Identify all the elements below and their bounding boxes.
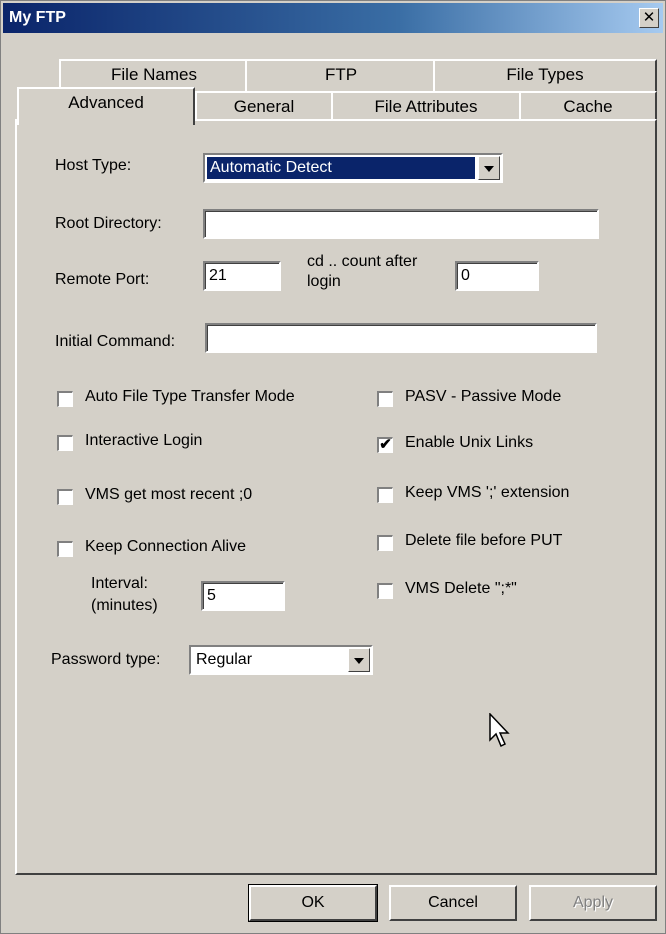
cd-count-label-2: login <box>307 273 341 290</box>
host-type-value: Automatic Detect <box>207 157 475 179</box>
apply-button[interactable]: Apply <box>529 885 657 921</box>
password-type-value: Regular <box>196 651 253 668</box>
vms-delete-checkbox[interactable] <box>377 583 393 599</box>
tab-label: File Names <box>111 65 197 84</box>
chevron-down-icon[interactable] <box>348 648 370 672</box>
tab-advanced[interactable]: Advanced <box>17 87 195 125</box>
keep-vms-extension-label[interactable]: Keep VMS ';' extension <box>405 484 569 502</box>
close-button[interactable]: ✕ <box>639 8 659 28</box>
pasv-checkbox[interactable] <box>377 391 393 407</box>
auto-file-type-checkbox[interactable] <box>57 391 73 407</box>
advanced-panel: Host Type: Automatic Detect Root Directo… <box>15 119 657 875</box>
remote-port-input[interactable]: 21 <box>203 261 281 291</box>
remote-port-label: Remote Port: <box>55 271 150 288</box>
title-bar[interactable]: My FTP ✕ <box>3 3 663 33</box>
tab-ftp[interactable]: FTP <box>245 59 437 91</box>
root-directory-label: Root Directory: <box>55 215 162 232</box>
ftp-dialog: My FTP ✕ File Names FTP File Types Advan… <box>0 0 666 934</box>
interval-input[interactable]: 5 <box>201 581 285 611</box>
keep-vms-extension-checkbox[interactable] <box>377 487 393 503</box>
ok-button[interactable]: OK <box>248 884 378 922</box>
mouse-pointer-icon <box>489 713 510 748</box>
password-type-label: Password type: <box>51 651 161 668</box>
close-icon: ✕ <box>642 9 656 26</box>
interval-label-2: (minutes) <box>91 597 158 614</box>
tab-file-types[interactable]: File Types <box>433 59 657 91</box>
tab-label: File Attributes <box>374 97 478 116</box>
keep-connection-alive-label[interactable]: Keep Connection Alive <box>85 538 246 556</box>
cancel-button[interactable]: Cancel <box>389 885 517 921</box>
tab-label: General <box>233 97 295 116</box>
delete-before-put-checkbox[interactable] <box>377 535 393 551</box>
delete-before-put-label[interactable]: Delete file before PUT <box>405 532 562 550</box>
root-directory-input[interactable] <box>203 209 599 239</box>
vms-delete-label[interactable]: VMS Delete ";*" <box>405 580 517 598</box>
tab-label: Cache <box>563 97 613 116</box>
keep-connection-alive-checkbox[interactable] <box>57 541 73 557</box>
cd-count-input[interactable]: 0 <box>455 261 539 291</box>
host-type-label: Host Type: <box>55 157 132 174</box>
host-type-select[interactable]: Automatic Detect <box>203 153 503 183</box>
tab-label: FTP <box>324 65 358 84</box>
interactive-login-checkbox[interactable] <box>57 435 73 451</box>
tab-label: Advanced <box>68 93 144 112</box>
window-title: My FTP <box>9 9 66 26</box>
initial-command-input[interactable] <box>205 323 597 353</box>
interactive-login-label[interactable]: Interactive Login <box>85 432 202 450</box>
vms-get-recent-checkbox[interactable] <box>57 489 73 505</box>
pasv-label[interactable]: PASV - Passive Mode <box>405 388 561 406</box>
chevron-down-icon[interactable] <box>478 156 500 180</box>
auto-file-type-label[interactable]: Auto File Type Transfer Mode <box>85 388 295 406</box>
password-type-select[interactable]: Regular <box>189 645 373 675</box>
checkmark-icon: ✔ <box>379 436 392 453</box>
tab-label: File Types <box>506 65 584 84</box>
enable-unix-links-label[interactable]: Enable Unix Links <box>405 434 533 452</box>
interval-label: Interval: <box>91 575 148 592</box>
vms-get-recent-label[interactable]: VMS get most recent ;0 <box>85 486 252 504</box>
initial-command-label: Initial Command: <box>55 333 176 350</box>
enable-unix-links-checkbox[interactable]: ✔ <box>377 437 393 453</box>
cd-count-label: cd .. count after <box>307 253 418 270</box>
